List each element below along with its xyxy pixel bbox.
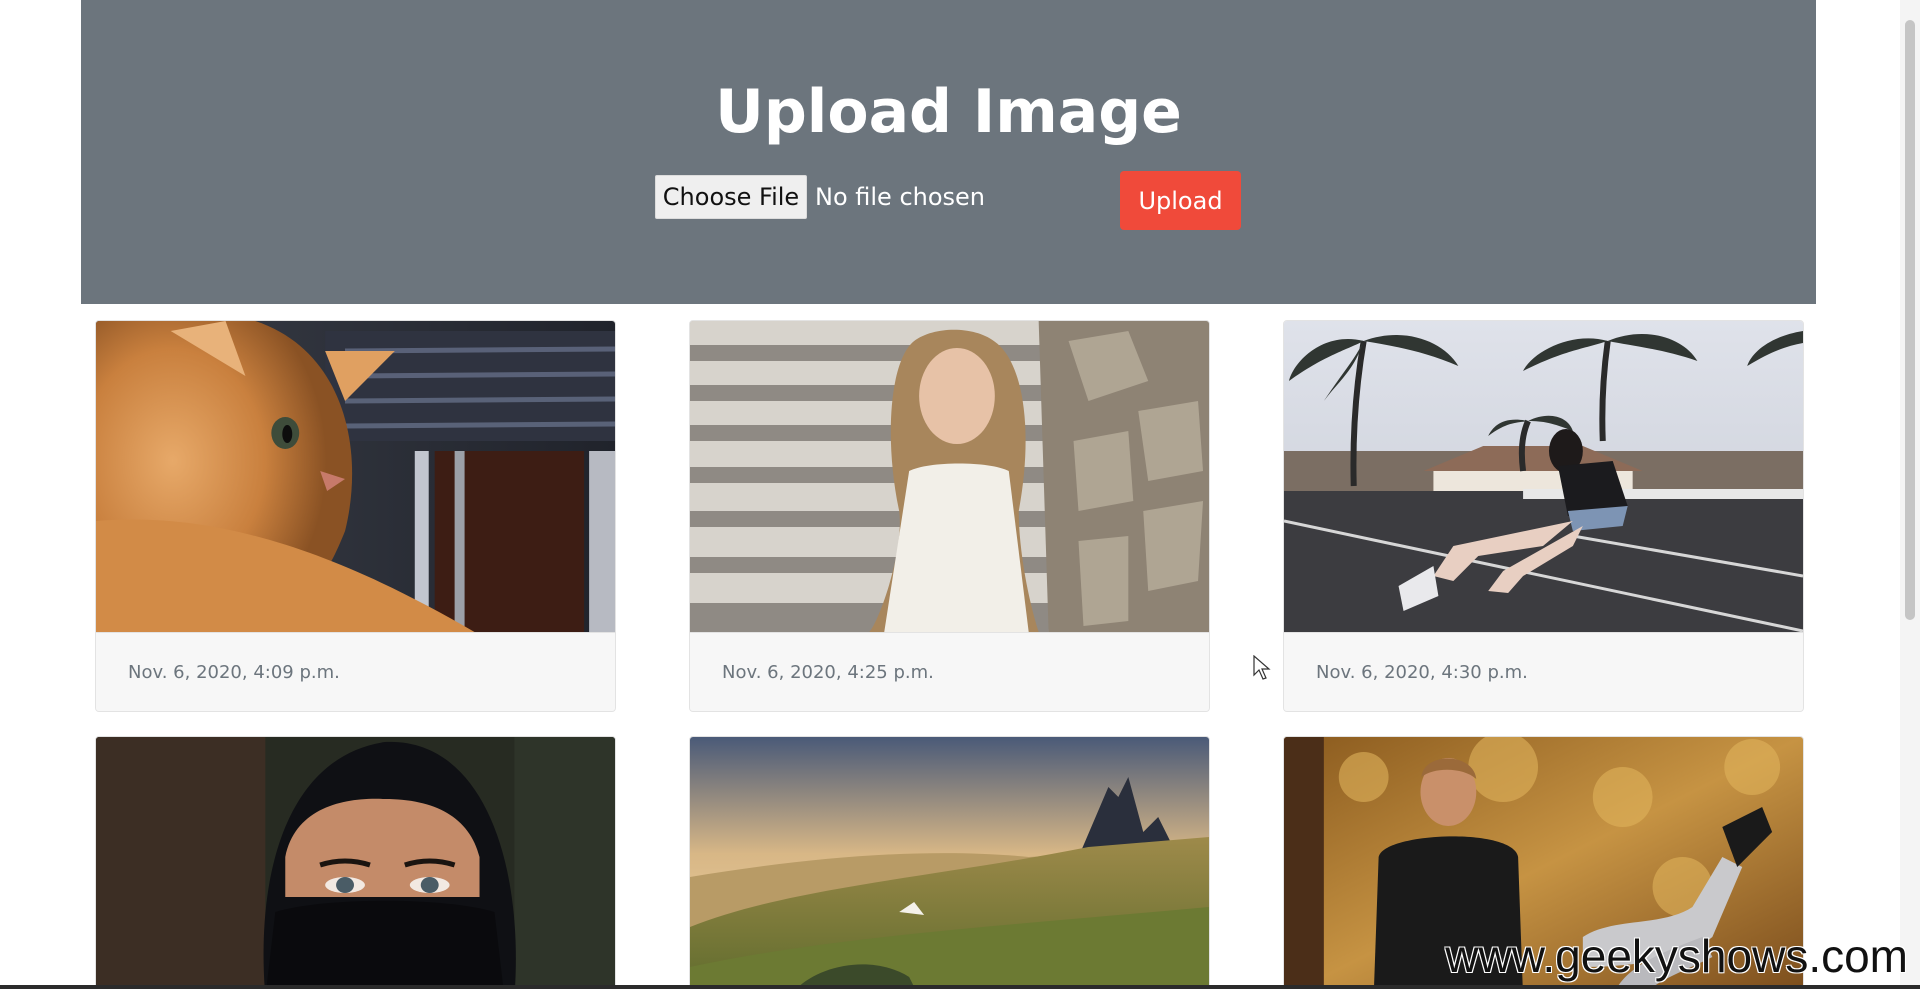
bottom-edge bbox=[0, 985, 1920, 989]
orange-cat-photo[interactable] bbox=[96, 321, 615, 632]
browser-viewport: Upload Image Choose File No file chosen … bbox=[0, 0, 1920, 989]
woman-in-black-niqab-photo[interactable] bbox=[96, 737, 615, 989]
watermark: www.geekyshows.com bbox=[1445, 930, 1908, 982]
roller-skater-palm-trees-photo[interactable] bbox=[1284, 321, 1803, 632]
mountain-landscape-sunset-photo[interactable] bbox=[690, 737, 1209, 989]
file-input[interactable]: Choose File No file chosen bbox=[655, 174, 985, 220]
choose-file-button[interactable]: Choose File bbox=[655, 175, 807, 219]
mouse-cursor-icon bbox=[1253, 655, 1271, 680]
image-card[interactable] bbox=[95, 736, 616, 989]
image-card[interactable] bbox=[689, 736, 1210, 989]
card-date: Nov. 6, 2020, 4:09 p.m. bbox=[96, 632, 615, 711]
upload-button[interactable]: Upload bbox=[1120, 171, 1241, 230]
scrollbar-thumb[interactable] bbox=[1905, 20, 1915, 620]
page-title: Upload Image bbox=[715, 77, 1182, 147]
vertical-scrollbar[interactable] bbox=[1900, 0, 1920, 989]
card-date: Nov. 6, 2020, 4:25 p.m. bbox=[690, 632, 1209, 711]
upload-header: Upload Image bbox=[81, 0, 1816, 304]
image-card[interactable]: Nov. 6, 2020, 4:30 p.m. bbox=[1283, 320, 1804, 712]
card-date: Nov. 6, 2020, 4:30 p.m. bbox=[1284, 632, 1803, 711]
image-card[interactable]: Nov. 6, 2020, 4:25 p.m. bbox=[689, 320, 1210, 712]
file-status-text: No file chosen bbox=[815, 183, 986, 211]
woman-on-stone-steps-photo[interactable] bbox=[690, 321, 1209, 632]
image-card[interactable]: Nov. 6, 2020, 4:09 p.m. bbox=[95, 320, 616, 712]
